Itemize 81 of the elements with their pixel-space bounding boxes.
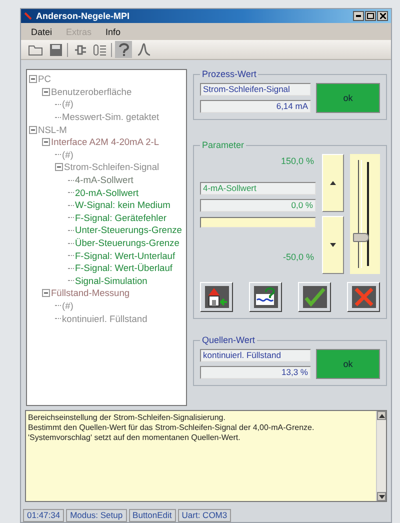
chart-question-icon: [254, 286, 278, 308]
group-title: Quellen-Wert: [201, 335, 256, 345]
toolbar-button[interactable]: [135, 41, 152, 58]
collapse-icon[interactable]: [42, 138, 50, 146]
list-icon: [92, 42, 106, 56]
tree-item[interactable]: Füllstand-Messung: [51, 288, 130, 298]
action-button[interactable]: [249, 282, 282, 312]
menu-item[interactable]: Datei: [31, 26, 52, 36]
tree-item[interactable]: Über-Steuerungs-Grenze: [75, 238, 180, 248]
window-title: Anderson-Negele-MPI: [36, 11, 130, 21]
toolbar-button[interactable]: [47, 41, 64, 58]
collapse-icon[interactable]: [29, 75, 37, 84]
tree-item[interactable]: W-Signal: kein Medium: [75, 200, 170, 210]
collapse-icon[interactable]: [29, 126, 37, 134]
group-title: Parameter: [201, 140, 246, 150]
tree-item[interactable]: NSL-M: [38, 124, 67, 135]
status-indicator: ok: [316, 349, 380, 379]
value-field: 0,0 %: [200, 199, 316, 212]
tree-item[interactable]: PC: [38, 74, 51, 84]
tree-item[interactable]: Strom-Schleifen-Signal: [64, 162, 160, 172]
scrollbar[interactable]: [376, 411, 386, 501]
status-field: Modus: Setup: [66, 509, 127, 522]
description-text: Bereichseinstellung der Strom-Schleifen-Signalisierung. Bestimmt den Quellen-Wert für das Strom-Schleifen-Signal der 4,00-mA-Grenze. 'Systemvorschlag' setzt auf den momentanen Quellen-Wert.: [27, 412, 316, 444]
max-value: 150,0 %: [280, 155, 315, 168]
tree-item[interactable]: F-Signal: Wert-Unterlauf: [75, 250, 176, 261]
help-icon: [118, 42, 130, 56]
slider[interactable]: [350, 154, 380, 274]
tree-item[interactable]: Unter-Steuerungs-Grenze: [75, 225, 182, 236]
house-icon: [204, 286, 228, 308]
value-field: 13,3 %: [200, 366, 311, 379]
collapse-icon[interactable]: [42, 88, 50, 96]
tree-item[interactable]: Messwert-Sim. getaktet: [62, 112, 160, 122]
minimize-button[interactable]: [353, 11, 364, 21]
close-button[interactable]: [377, 11, 388, 21]
close-icon: [380, 13, 386, 19]
collapse-icon[interactable]: [42, 289, 50, 298]
name-field: kontinuierl. Füllstand: [200, 349, 311, 362]
down-arrow-icon: [378, 494, 384, 498]
maximize-button[interactable]: [365, 11, 376, 21]
decrease-button[interactable]: [322, 216, 344, 274]
increase-button[interactable]: [322, 154, 344, 212]
tree-item[interactable]: (#): [62, 300, 74, 311]
tree-item[interactable]: (#): [62, 150, 74, 160]
tree-item[interactable]: F-Signal: Gerätefehler: [75, 212, 166, 223]
input-field[interactable]: [200, 217, 316, 228]
min-value: -50,0 %: [282, 251, 315, 264]
tree-item[interactable]: Benutzeroberfläche: [51, 86, 132, 97]
minimize-icon: [356, 15, 361, 17]
action-button[interactable]: [298, 282, 331, 312]
status-field: 01:47:34: [23, 509, 64, 522]
value-field: 6,14 mA: [200, 100, 311, 113]
action-button[interactable]: [200, 282, 233, 312]
curve-icon: [136, 42, 150, 56]
plug-icon: [72, 42, 86, 56]
name-field: Strom-Schleifen-Signal: [200, 83, 311, 96]
menu-item[interactable]: Info: [106, 26, 121, 36]
status-indicator: ok: [316, 83, 380, 113]
up-arrow-icon: [378, 414, 384, 418]
tree-item[interactable]: kontinuierl. Füllstand: [62, 314, 148, 324]
checkmark-icon: [302, 286, 326, 308]
collapse-icon[interactable]: [55, 163, 63, 172]
status-field: Uart: COM3: [178, 509, 232, 522]
tree-item[interactable]: F-Signal: Wert-Überlauf: [75, 263, 172, 274]
save-icon: [48, 42, 62, 56]
maximize-icon: [367, 13, 374, 19]
tree-item[interactable]: 4-mA-Sollwert: [75, 175, 134, 186]
tree-item[interactable]: Interface A2M 4-20mA 2-L: [51, 137, 160, 148]
toolbar-button[interactable]: [115, 41, 132, 58]
up-arrow-icon: [330, 181, 336, 185]
app-icon: [24, 12, 32, 20]
folder-icon: [28, 43, 43, 56]
slider-thumb[interactable]: [353, 232, 369, 242]
group-title: Prozess-Wert: [201, 69, 258, 79]
action-button[interactable]: [347, 282, 380, 312]
cross-icon: [352, 286, 376, 308]
name-field: 4-mA-Sollwert: [200, 182, 316, 195]
tree-item[interactable]: 20-mA-Sollwert: [75, 188, 139, 198]
status-field: ButtonEdit: [128, 509, 176, 522]
tree-item[interactable]: (#): [62, 99, 74, 110]
tree-item[interactable]: Signal-Simulation: [75, 276, 148, 286]
down-arrow-icon: [330, 243, 336, 247]
